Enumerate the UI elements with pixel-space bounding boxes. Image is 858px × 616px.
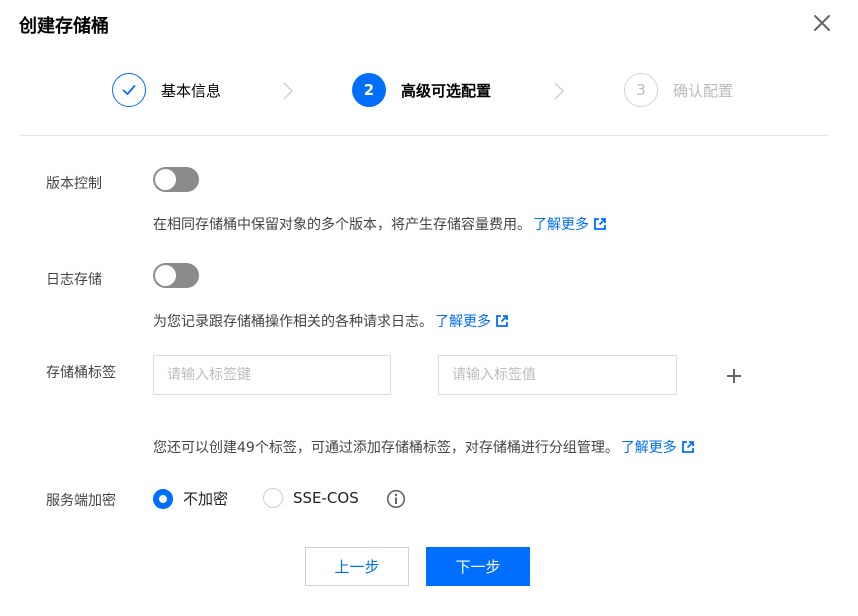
logging-label: 日志存储 xyxy=(46,272,102,288)
logging-toggle[interactable] xyxy=(153,263,199,288)
bucket-tags-label: 存储桶标签 xyxy=(46,365,116,381)
step-3-number: 3 xyxy=(624,73,658,107)
versioning-description: 在相同存储桶中保留对象的多个版本，将产生存储容量费用。 了解更多 xyxy=(153,214,607,234)
radio-sse-cos-label: SSE-COS xyxy=(293,489,359,507)
chevron-right-icon xyxy=(283,82,293,100)
step-2-number: 2 xyxy=(352,73,386,107)
info-icon[interactable] xyxy=(386,489,406,509)
dialog-title: 创建存储桶 xyxy=(19,16,109,37)
prev-step-button[interactable]: 上一步 xyxy=(305,547,409,586)
versioning-learn-more-link[interactable]: 了解更多 xyxy=(533,214,607,234)
logging-description-text: 为您记录跟存储桶操作相关的各种请求日志。 xyxy=(153,314,433,330)
add-tag-icon[interactable] xyxy=(724,366,744,386)
external-link-icon xyxy=(594,218,606,230)
stepper: 基本信息 2 高级可选配置 3 确认配置 xyxy=(0,72,858,108)
step-confirm-config: 3 确认配置 xyxy=(624,72,733,108)
tag-value-input[interactable] xyxy=(438,355,677,395)
radio-no-encryption-label: 不加密 xyxy=(183,490,229,508)
encryption-label: 服务端加密 xyxy=(46,493,116,509)
tags-hint: 您还可以创建49个标签，可通过添加存储桶标签，对存储桶进行分组管理。 了解更多 xyxy=(153,437,695,457)
logging-description: 为您记录跟存储桶操作相关的各种请求日志。 了解更多 xyxy=(153,311,509,331)
step-advanced-config: 2 高级可选配置 xyxy=(352,72,491,108)
step-2-label: 高级可选配置 xyxy=(401,81,492,100)
toggle-knob xyxy=(155,169,176,190)
tags-learn-more-link[interactable]: 了解更多 xyxy=(621,437,695,457)
step-1-check-icon xyxy=(112,73,146,107)
step-3-label: 确认配置 xyxy=(673,81,734,100)
close-icon[interactable] xyxy=(809,10,835,36)
tags-hint-text: 您还可以创建49个标签，可通过添加存储桶标签，对存储桶进行分组管理。 xyxy=(153,440,619,456)
chevron-right-icon xyxy=(554,82,564,100)
step-basic-info: 基本信息 xyxy=(112,72,221,108)
next-step-button[interactable]: 下一步 xyxy=(426,547,530,586)
radio-no-encryption[interactable]: 不加密 xyxy=(153,488,228,509)
divider xyxy=(19,135,829,136)
logging-learn-more-link[interactable]: 了解更多 xyxy=(435,311,509,331)
step-1-label: 基本信息 xyxy=(161,81,222,100)
toggle-knob xyxy=(155,265,176,286)
versioning-description-text: 在相同存储桶中保留对象的多个版本，将产生存储容量费用。 xyxy=(153,217,531,233)
radio-dot xyxy=(153,488,173,509)
external-link-icon xyxy=(496,315,508,327)
external-link-icon xyxy=(681,441,694,453)
tag-key-input[interactable] xyxy=(153,355,391,395)
versioning-toggle[interactable] xyxy=(153,167,199,192)
versioning-label: 版本控制 xyxy=(46,176,102,192)
radio-sse-cos[interactable]: SSE-COS xyxy=(263,488,359,508)
radio-dot xyxy=(263,488,283,508)
